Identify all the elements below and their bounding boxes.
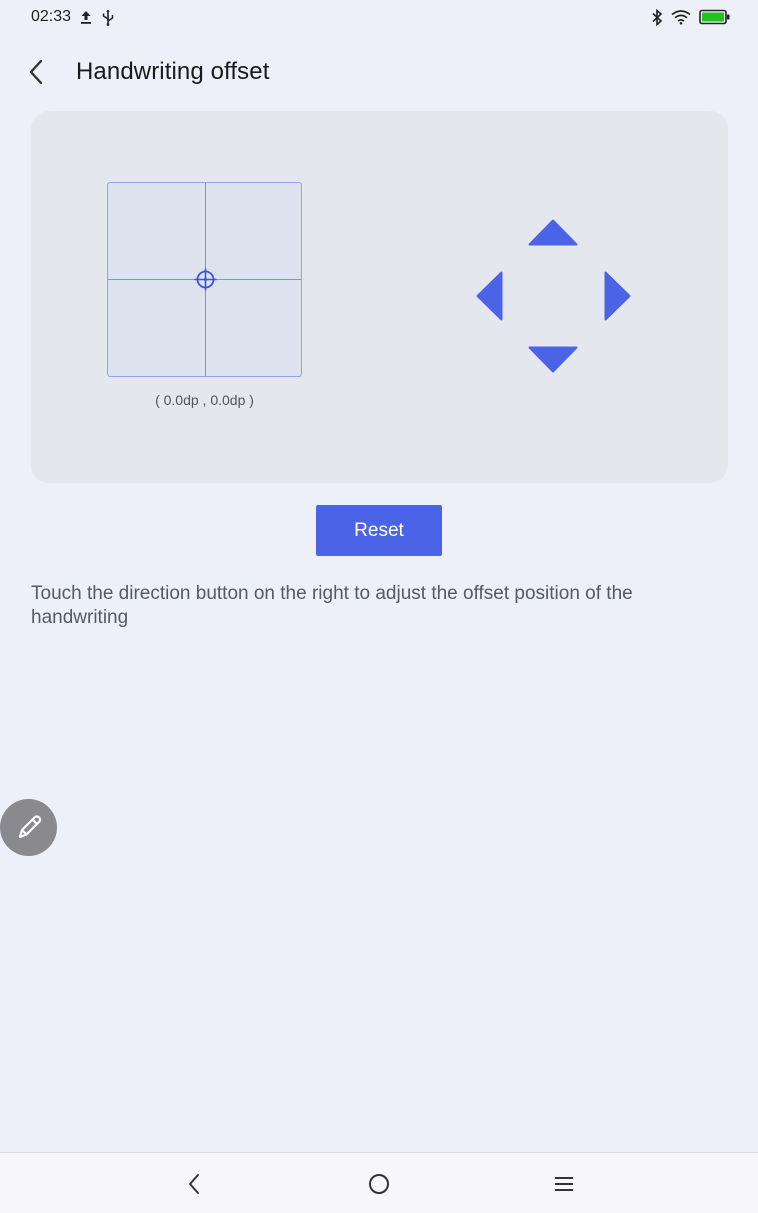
header: Handwriting offset [0, 46, 758, 98]
crosshair-icon [194, 268, 217, 291]
status-left: 02:33 [31, 8, 115, 26]
back-button[interactable] [22, 54, 50, 90]
nav-back-icon [189, 1174, 199, 1194]
offset-panel: ( 0.0dp , 0.0dp ) [31, 111, 728, 483]
offset-coordinates: ( 0.0dp , 0.0dp ) [155, 392, 254, 408]
arrow-up-button[interactable] [528, 219, 578, 246]
nav-menu-button[interactable] [544, 1167, 584, 1201]
status-time: 02:33 [31, 8, 72, 25]
offset-preview-grid [107, 182, 302, 377]
handwriting-offset-screen: 02:33 Handwriting offset (0.0dp , 0.0dp… [0, 0, 758, 1213]
instructions-text: Touch the direction button on the right … [31, 583, 633, 628]
nav-menu-icon [555, 1177, 573, 1191]
arrow-down-button[interactable] [528, 346, 578, 373]
wifi-icon [671, 9, 691, 25]
status-right [651, 8, 730, 26]
page-title: Handwriting offset [76, 58, 270, 85]
nav-back-button[interactable] [174, 1167, 214, 1201]
nav-home-button[interactable] [359, 1167, 399, 1201]
direction-pad [471, 216, 641, 376]
nav-home-icon [369, 1174, 389, 1194]
arrow-left-button[interactable] [476, 271, 503, 321]
floating-pen-button[interactable] [0, 799, 57, 856]
pen-icon [18, 814, 41, 838]
arrow-right-button[interactable] [604, 271, 631, 321]
bluetooth-icon [651, 8, 663, 26]
upload-icon [79, 9, 93, 25]
reset-button[interactable]: Reset [316, 505, 442, 556]
battery-icon [699, 9, 730, 25]
status-bar: 02:33 [0, 0, 758, 34]
navigation-bar [0, 1152, 758, 1213]
usb-icon [101, 9, 115, 26]
chevron-left-icon [29, 59, 43, 85]
